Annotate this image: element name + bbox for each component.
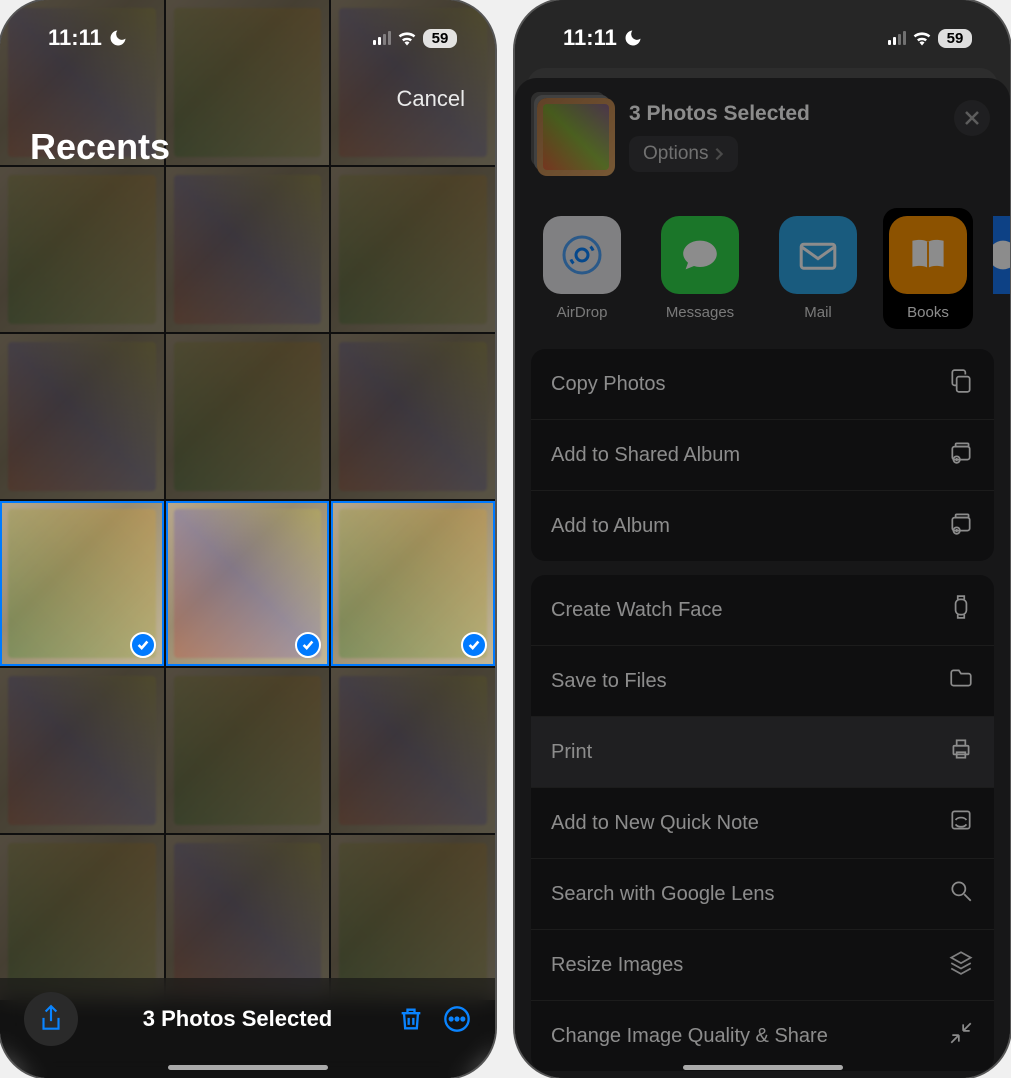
- selected-photos-thumbnail[interactable]: [537, 98, 615, 176]
- action-label: Resize Images: [551, 954, 683, 977]
- moon-icon: [623, 28, 643, 48]
- action-label: Add to New Quick Note: [551, 812, 759, 835]
- copy-icon: [948, 368, 974, 400]
- share-app-mail[interactable]: Mail: [773, 216, 863, 321]
- status-time: 11:11: [48, 25, 102, 51]
- album-icon: [948, 510, 974, 542]
- cancel-button[interactable]: Cancel: [397, 86, 465, 112]
- share-sheet-screen: 11:11 59 3 Photos Selected Options: [515, 0, 1010, 1078]
- action-copy-photos[interactable]: Copy Photos: [531, 349, 994, 420]
- action-group: Create Watch Face Save to Files Print Add t…: [531, 575, 994, 1071]
- app-label: Books: [907, 304, 949, 321]
- moon-icon: [108, 28, 128, 48]
- selection-count: 3 Photos Selected: [143, 1006, 333, 1032]
- action-label: Copy Photos: [551, 373, 666, 396]
- status-bar: 11:11 59: [0, 18, 495, 58]
- photo-thumbnail[interactable]: [0, 167, 164, 332]
- photo-thumbnail[interactable]: [166, 501, 330, 666]
- message-icon: [661, 216, 739, 294]
- action-group: Copy Photos Add to Shared Album Add to Alb…: [531, 349, 994, 561]
- options-button[interactable]: Options: [629, 136, 738, 172]
- printer-icon: [948, 736, 974, 768]
- photo-thumbnail[interactable]: [0, 835, 164, 1000]
- selection-checkmark-icon: [130, 632, 156, 658]
- wifi-icon: [912, 30, 932, 46]
- shared-album-icon: [948, 439, 974, 471]
- app-label: Messages: [666, 304, 734, 321]
- action-label: Add to Shared Album: [551, 444, 740, 467]
- app-label: AirDrop: [557, 304, 608, 321]
- action-label: Search with Google Lens: [551, 883, 774, 906]
- app-label: Mail: [804, 304, 832, 321]
- books-icon: [889, 216, 967, 294]
- bottom-toolbar: 3 Photos Selected: [0, 978, 495, 1078]
- watch-icon: [948, 594, 974, 626]
- action-label: Create Watch Face: [551, 599, 723, 622]
- cellular-signal-icon: [888, 31, 906, 45]
- close-icon: [964, 110, 980, 126]
- album-title: Recents: [30, 126, 170, 168]
- photo-thumbnail[interactable]: [331, 835, 495, 1000]
- cellular-signal-icon: [373, 31, 391, 45]
- photo-thumbnail[interactable]: [331, 167, 495, 332]
- action-search-with-google-lens[interactable]: Search with Google Lens: [531, 859, 994, 930]
- action-label: Print: [551, 741, 592, 764]
- airdrop-icon: [543, 216, 621, 294]
- action-save-to-files[interactable]: Save to Files: [531, 646, 994, 717]
- more-icon[interactable]: [443, 1005, 471, 1033]
- share-icon: [38, 1004, 64, 1034]
- photo-thumbnail[interactable]: [166, 668, 330, 833]
- action-add-to-album[interactable]: Add to Album: [531, 491, 994, 561]
- compress-icon: [948, 1020, 974, 1052]
- status-time: 11:11: [563, 25, 617, 51]
- battery-level: 59: [423, 29, 457, 48]
- generic-icon: [993, 216, 1010, 294]
- close-button[interactable]: [954, 100, 990, 136]
- photo-thumbnail[interactable]: [0, 334, 164, 499]
- action-resize-images[interactable]: Resize Images: [531, 930, 994, 1001]
- photo-thumbnail[interactable]: [331, 501, 495, 666]
- photo-thumbnail[interactable]: [0, 501, 164, 666]
- home-indicator[interactable]: [168, 1065, 328, 1070]
- chevron-right-icon: [714, 147, 724, 161]
- action-label: Change Image Quality & Share: [551, 1025, 828, 1048]
- share-app-airdrop[interactable]: AirDrop: [537, 216, 627, 321]
- photo-thumbnail[interactable]: [331, 668, 495, 833]
- wifi-icon: [397, 30, 417, 46]
- battery-level: 59: [938, 29, 972, 48]
- home-indicator[interactable]: [683, 1065, 843, 1070]
- photo-thumbnail[interactable]: [166, 334, 330, 499]
- search-icon: [948, 878, 974, 910]
- share-app-messages[interactable]: Messages: [655, 216, 745, 321]
- layers-icon: [948, 949, 974, 981]
- photo-thumbnail[interactable]: [166, 167, 330, 332]
- share-sheet-title: 3 Photos Selected: [629, 102, 810, 126]
- mail-icon: [779, 216, 857, 294]
- selection-checkmark-icon: [461, 632, 487, 658]
- selection-checkmark-icon: [295, 632, 321, 658]
- action-print[interactable]: Print: [531, 717, 994, 788]
- share-sheet-header: 3 Photos Selected Options: [515, 78, 1010, 194]
- folder-icon: [948, 665, 974, 697]
- photos-selection-screen: 11:11 59 Recents Cancel 3 Photos Selecte…: [0, 0, 495, 1078]
- photo-thumbnail[interactable]: [0, 668, 164, 833]
- share-button[interactable]: [24, 992, 78, 1046]
- action-add-to-new-quick-note[interactable]: Add to New Quick Note: [531, 788, 994, 859]
- action-create-watch-face[interactable]: Create Watch Face: [531, 575, 994, 646]
- action-add-to-shared-album[interactable]: Add to Shared Album: [531, 420, 994, 491]
- share-app-f[interactable]: [993, 216, 1010, 321]
- trash-icon[interactable]: [397, 1005, 425, 1033]
- share-app-books[interactable]: Books: [883, 208, 973, 329]
- options-label: Options: [643, 143, 708, 165]
- share-sheet: 3 Photos Selected Options AirDrop Message…: [515, 78, 1010, 1078]
- quicknote-icon: [948, 807, 974, 839]
- status-bar: 11:11 59: [515, 18, 1010, 58]
- photo-thumbnail[interactable]: [331, 334, 495, 499]
- action-change-image-quality-share[interactable]: Change Image Quality & Share: [531, 1001, 994, 1071]
- action-label: Add to Album: [551, 515, 670, 538]
- photo-thumbnail[interactable]: [166, 835, 330, 1000]
- share-apps-row[interactable]: AirDrop Messages Mail Books: [515, 194, 1010, 349]
- action-label: Save to Files: [551, 670, 667, 693]
